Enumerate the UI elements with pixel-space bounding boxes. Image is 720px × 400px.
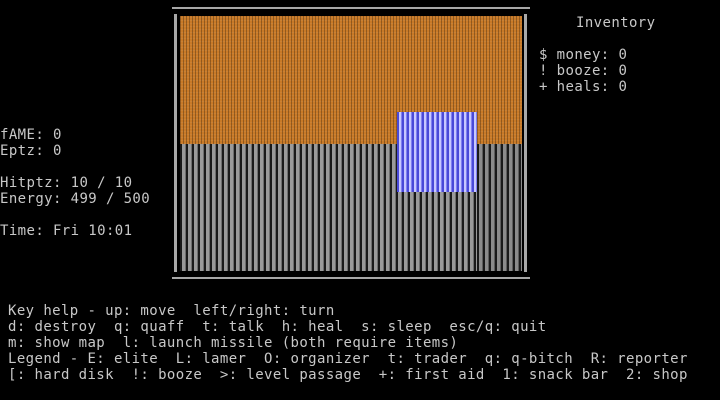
- hitpoints-stat: Hitptz: 10 / 10: [0, 175, 133, 191]
- viewport-frame-right: [524, 14, 527, 272]
- viewport-frame-top: [172, 7, 530, 9]
- side-corridor: [477, 144, 522, 271]
- inventory-money: $ money: 0: [539, 47, 628, 63]
- inventory-booze: ! booze: 0: [539, 63, 628, 79]
- legend-line-2: [: hard disk !: booze >: level passage +…: [8, 367, 688, 383]
- game-time: Time: Fri 10:01: [0, 223, 133, 239]
- viewport-frame-bottom: [172, 277, 530, 279]
- energy-stat: Energy: 499 / 500: [0, 191, 151, 207]
- fame-stat: fAME: 0: [0, 127, 62, 143]
- blue-wall-block: [397, 112, 477, 192]
- help-line-1: Key help - up: move left/right: turn: [8, 303, 335, 319]
- inventory-title: Inventory: [576, 15, 656, 31]
- help-line-3: m: show map l: launch missile (both requ…: [8, 335, 459, 351]
- inventory-heals: + heals: 0: [539, 79, 628, 95]
- dungeon-view: [180, 16, 522, 271]
- help-line-2: d: destroy q: quaff t: talk h: heal s: s…: [8, 319, 547, 335]
- viewport-frame-left: [174, 14, 177, 272]
- legend-line-1: Legend - E: elite L: lamer O: organizer …: [8, 351, 688, 367]
- eptz-stat: Eptz: 0: [0, 143, 62, 159]
